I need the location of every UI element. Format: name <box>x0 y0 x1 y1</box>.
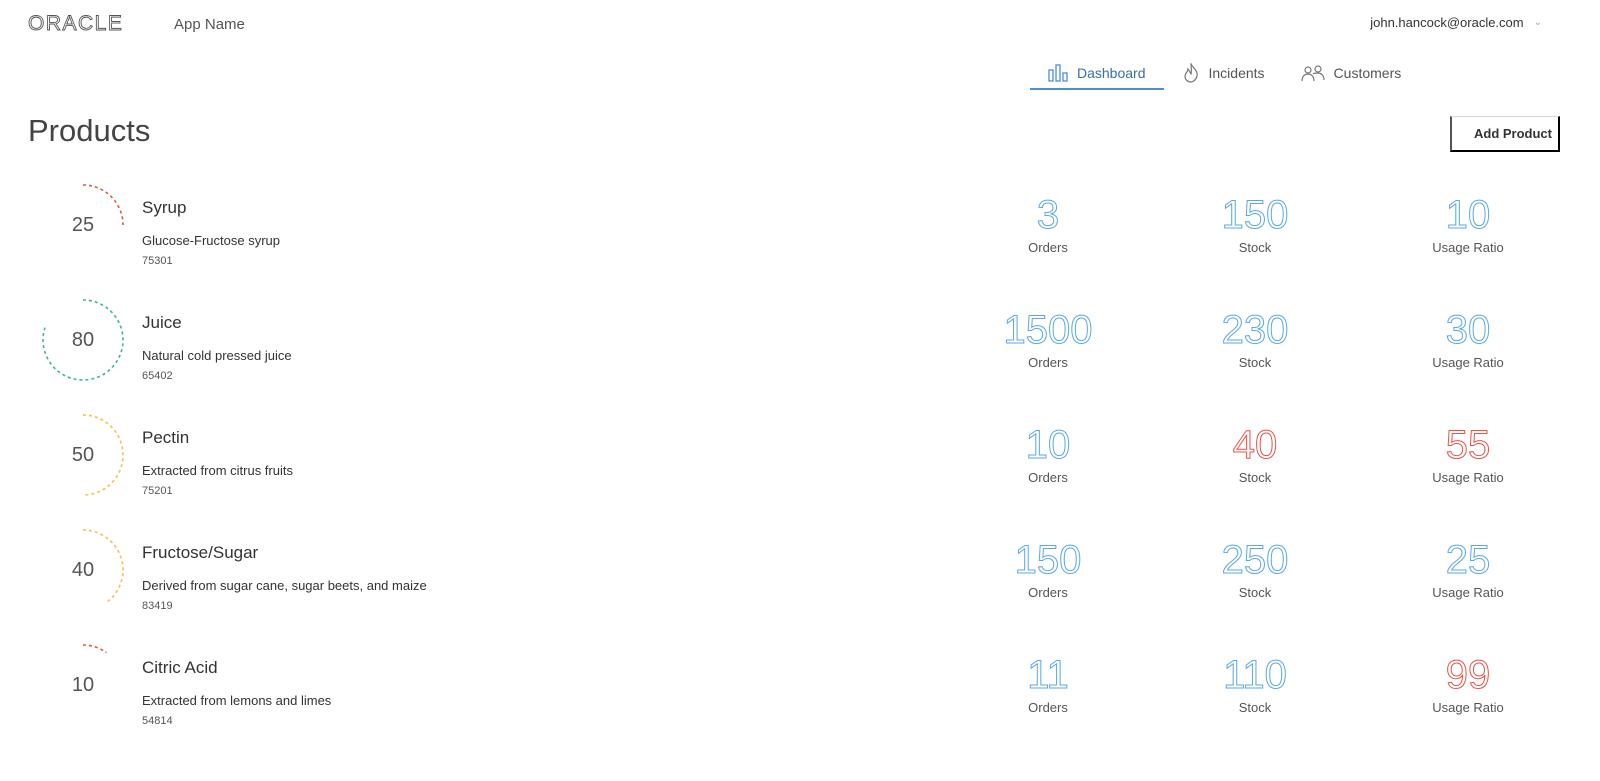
product-description: Derived from sugar cane, sugar beets, an… <box>142 578 427 593</box>
product-code: 83419 <box>142 600 173 612</box>
product-description: Glucose-Fructose syrup <box>142 233 280 248</box>
product-name: Fructose/Sugar <box>142 543 259 562</box>
usage-ratio-metric: 10 Usage Ratio <box>1403 193 1533 256</box>
usage-ratio-value: 55 <box>1445 423 1491 467</box>
app-name: App Name <box>174 16 245 33</box>
stock-value: 250 <box>1221 538 1289 582</box>
product-description: Extracted from citrus fruits <box>142 463 293 478</box>
orders-value: 11 <box>1027 653 1070 697</box>
gauge-value: 80 <box>71 328 95 351</box>
orders-value: 3 <box>1036 193 1060 237</box>
product-row[interactable]: 10 Citric Acid Extracted from lemons and… <box>0 638 1600 753</box>
tab-incidents-label: Incidents <box>1208 65 1265 81</box>
gauge-value: 40 <box>71 558 95 581</box>
user-email: john.hancock@oracle.com <box>1370 15 1524 30</box>
product-code: 54814 <box>142 715 173 727</box>
orders-metric: 150 Orders <box>983 538 1113 601</box>
usage-ratio-value: 25 <box>1445 538 1491 582</box>
usage-ratio-label: Usage Ratio <box>1432 700 1504 715</box>
tab-customers-label: Customers <box>1333 65 1402 81</box>
bar-chart-icon <box>1048 64 1068 82</box>
usage-ratio-label: Usage Ratio <box>1432 355 1504 370</box>
product-row[interactable]: 40 Fructose/Sugar Derived from sugar can… <box>0 523 1600 638</box>
orders-metric: 10 Orders <box>983 423 1113 486</box>
status-gauge: 50 <box>40 412 126 498</box>
orders-metric: 3 Orders <box>983 193 1113 256</box>
brand[interactable]: ORACLE App Name <box>28 12 245 34</box>
gauge-value: 25 <box>71 213 95 236</box>
usage-ratio-value: 99 <box>1445 653 1491 697</box>
product-name: Pectin <box>142 428 190 447</box>
stock-metric: 230 Stock <box>1190 308 1320 371</box>
orders-value: 1500 <box>1003 308 1093 352</box>
status-gauge: 80 <box>40 297 126 383</box>
stock-value: 230 <box>1221 308 1289 352</box>
status-gauge: 25 <box>40 182 126 268</box>
usage-ratio-metric: 25 Usage Ratio <box>1403 538 1533 601</box>
status-gauge: 10 <box>40 642 126 728</box>
product-code: 75301 <box>142 255 173 267</box>
product-row[interactable]: 80 Juice Natural cold pressed juice 6540… <box>0 293 1600 408</box>
product-code: 75201 <box>142 485 173 497</box>
usage-ratio-value: 10 <box>1445 193 1491 237</box>
orders-label: Orders <box>1028 700 1068 715</box>
stock-label: Stock <box>1238 700 1272 715</box>
page-title: Products <box>28 113 151 148</box>
orders-label: Orders <box>1028 470 1068 485</box>
stock-metric: 40 Stock <box>1190 423 1320 486</box>
tab-dashboard[interactable]: Dashboard <box>1030 56 1164 90</box>
product-name: Syrup <box>142 198 187 217</box>
stock-value: 40 <box>1232 423 1278 467</box>
user-menu[interactable]: john.hancock@oracle.com ⌄ <box>1370 15 1542 30</box>
orders-value: 10 <box>1025 423 1071 467</box>
gauge-value: 10 <box>71 673 95 696</box>
stock-label: Stock <box>1238 470 1272 485</box>
product-row[interactable]: 25 Syrup Glucose-Fructose syrup 75301 3 … <box>0 178 1600 293</box>
orders-metric: 1500 Orders <box>983 308 1113 371</box>
product-row[interactable]: 50 Pectin Extracted from citrus fruits 7… <box>0 408 1600 523</box>
stock-label: Stock <box>1238 585 1272 600</box>
people-icon <box>1300 65 1325 82</box>
usage-ratio-value: 30 <box>1445 308 1491 352</box>
stock-label: Stock <box>1238 355 1272 370</box>
orders-label: Orders <box>1028 355 1068 370</box>
stock-value: 150 <box>1221 193 1289 237</box>
tab-incidents[interactable]: Incidents <box>1164 56 1283 90</box>
product-code: 65402 <box>142 370 173 382</box>
usage-ratio-metric: 30 Usage Ratio <box>1403 308 1533 371</box>
main-nav: Dashboard Incidents Customers <box>1030 56 1419 90</box>
orders-label: Orders <box>1028 240 1068 255</box>
product-description: Extracted from lemons and limes <box>142 693 332 708</box>
product-description: Natural cold pressed juice <box>142 348 292 363</box>
stock-metric: 110 Stock <box>1190 653 1320 716</box>
chevron-down-icon: ⌄ <box>1533 17 1542 28</box>
app-header: ORACLE App Name john.hancock@oracle.com … <box>0 0 1600 50</box>
stock-metric: 150 Stock <box>1190 193 1320 256</box>
stock-label: Stock <box>1238 240 1272 255</box>
status-gauge: 40 <box>40 527 126 613</box>
orders-metric: 11 Orders <box>983 653 1113 716</box>
svg-text:ORACLE: ORACLE <box>28 12 123 34</box>
product-name: Juice <box>142 313 182 332</box>
gauge-value: 50 <box>71 443 95 466</box>
tab-dashboard-label: Dashboard <box>1077 65 1146 81</box>
usage-ratio-label: Usage Ratio <box>1432 585 1504 600</box>
add-product-button[interactable]: Add Product <box>1450 116 1560 152</box>
usage-ratio-metric: 55 Usage Ratio <box>1403 423 1533 486</box>
usage-ratio-metric: 99 Usage Ratio <box>1403 653 1533 716</box>
stock-metric: 250 Stock <box>1190 538 1320 601</box>
usage-ratio-label: Usage Ratio <box>1432 240 1504 255</box>
orders-value: 150 <box>1014 538 1082 582</box>
oracle-logo: ORACLE <box>28 12 170 34</box>
orders-label: Orders <box>1028 585 1068 600</box>
product-name: Citric Acid <box>142 658 218 677</box>
tab-customers[interactable]: Customers <box>1283 56 1420 90</box>
flame-icon <box>1183 63 1198 83</box>
usage-ratio-label: Usage Ratio <box>1432 470 1504 485</box>
stock-value: 110 <box>1223 653 1288 697</box>
